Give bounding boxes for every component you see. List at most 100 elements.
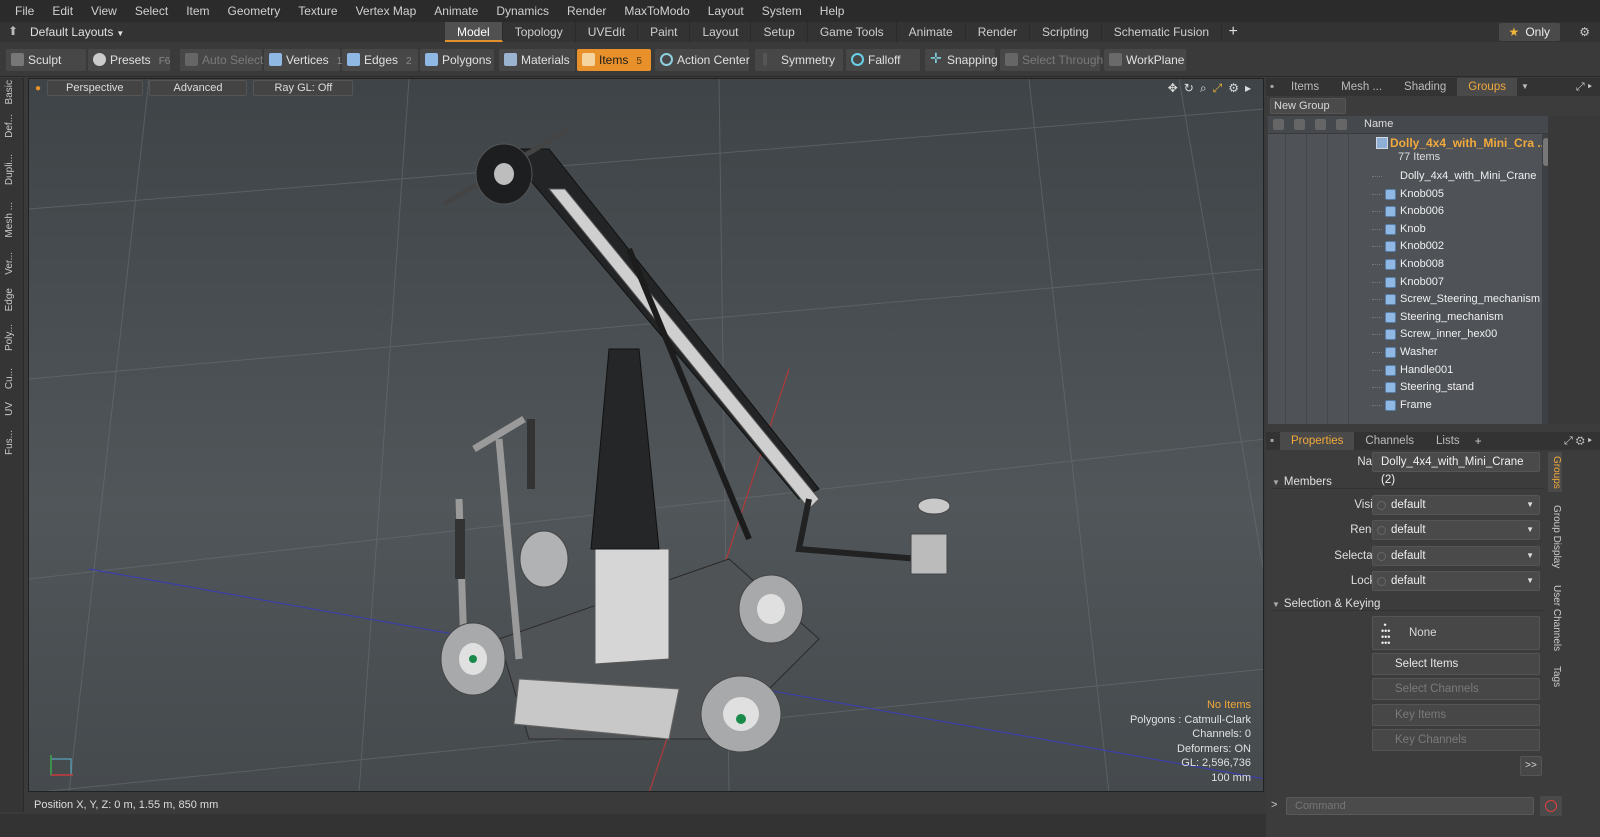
polygons-button[interactable]: Polygons <box>420 49 494 71</box>
selectable-select[interactable]: default ▼ <box>1372 546 1540 566</box>
tab-items[interactable]: Items <box>1280 78 1330 96</box>
workplane-button[interactable]: WorkPlane <box>1104 49 1186 71</box>
tree-row[interactable]: Handle001 <box>1268 362 1550 380</box>
tree-row[interactable]: Washer <box>1268 344 1550 362</box>
tab-layout[interactable]: Layout <box>690 22 752 42</box>
select-channels-button[interactable]: Select Channels <box>1372 678 1540 700</box>
tree-row[interactable]: Knob006 <box>1268 203 1550 221</box>
tab-mesh[interactable]: Mesh ... <box>1330 78 1393 96</box>
vertices-button[interactable]: Vertices 1 <box>264 49 342 71</box>
tab-properties[interactable]: Properties <box>1280 432 1355 450</box>
locked-select[interactable]: default ▼ <box>1372 571 1540 591</box>
left-tab-0[interactable]: Basic <box>4 80 20 104</box>
group-name-field[interactable]: Dolly_4x4_with_Mini_Crane (2) <box>1372 452 1540 486</box>
render-radio[interactable] <box>1377 526 1386 535</box>
key-items-button[interactable]: Key Items <box>1372 704 1540 726</box>
select-through-button[interactable]: Select Through <box>1000 49 1103 71</box>
pan-icon[interactable]: ✥ <box>1168 81 1178 96</box>
side-tab-tags[interactable]: Tags <box>1548 662 1562 692</box>
viewport-menu-icon[interactable]: ● <box>35 83 41 94</box>
group-row[interactable]: Dolly_4x4_with_Mini_Cra ... 77 Items <box>1268 134 1550 168</box>
shading-mode-button[interactable]: Advanced <box>148 80 248 96</box>
3d-viewport[interactable]: ● Perspective Advanced Ray GL: Off ✥ ↻ ⌕… <box>28 78 1264 792</box>
sculpt-button[interactable]: Sculpt <box>6 49 86 71</box>
left-tab-1[interactable]: Def... <box>4 114 20 138</box>
render-select[interactable]: default ▼ <box>1372 520 1540 540</box>
add-tab-icon[interactable]: + <box>1475 434 1482 448</box>
raygl-button[interactable]: Ray GL: Off <box>253 80 354 96</box>
tab-schematic-fusion[interactable]: Schematic Fusion <box>1102 22 1223 42</box>
visible-select[interactable]: default ▼ <box>1372 495 1540 515</box>
tab-render[interactable]: Render <box>966 22 1031 42</box>
tree-row[interactable]: Dolly_4x4_with_Mini_Crane <box>1268 168 1550 186</box>
tab-shading[interactable]: Shading <box>1393 78 1457 96</box>
left-tab-6[interactable]: Poly... <box>4 324 20 351</box>
tab-scripting[interactable]: Scripting <box>1030 22 1102 42</box>
symmetry-button[interactable]: Symmetry <box>755 49 843 71</box>
command-input[interactable] <box>1286 797 1534 815</box>
view-mode-button[interactable]: Perspective <box>47 80 143 96</box>
zoom-icon[interactable]: ⌕ <box>1200 81 1207 96</box>
menu-item-edit[interactable]: Edit <box>43 0 82 22</box>
menu-item-view[interactable]: View <box>82 0 126 22</box>
tab-uvedit[interactable]: UVEdit <box>576 22 639 42</box>
side-tab-user-channels[interactable]: User Channels <box>1548 580 1562 656</box>
tree-row[interactable]: Screw_Steering_mechanism <box>1268 291 1550 309</box>
menu-item-geometry[interactable]: Geometry <box>219 0 290 22</box>
layout-select[interactable]: Default Layouts ▼ <box>30 25 124 39</box>
tree-row[interactable]: Knob005 <box>1268 186 1550 204</box>
edges-button[interactable]: Edges 2 <box>342 49 418 71</box>
tab-paint[interactable]: Paint <box>638 22 691 42</box>
eye-icon[interactable] <box>1273 119 1284 130</box>
select-lock-icon[interactable] <box>1315 119 1326 130</box>
menu-item-item[interactable]: Item <box>177 0 218 22</box>
side-tab-groups[interactable]: Groups <box>1548 452 1562 492</box>
panel-expand-icon[interactable]: ⤢ ▸ <box>1576 81 1592 94</box>
menu-item-render[interactable]: Render <box>558 0 615 22</box>
new-group-button[interactable]: New Group <box>1270 98 1346 114</box>
layout-home-icon[interactable]: ⬆ <box>8 24 18 38</box>
properties-menu-icon[interactable]: ▪ <box>1266 432 1280 450</box>
selectable-radio[interactable] <box>1377 552 1386 561</box>
left-tab-7[interactable]: Cu... <box>4 368 20 389</box>
menu-item-system[interactable]: System <box>753 0 811 22</box>
materials-button[interactable]: Materials <box>499 49 575 71</box>
viewport-gear-icon[interactable]: ⚙ <box>1228 81 1239 96</box>
menu-item-texture[interactable]: Texture <box>289 0 346 22</box>
snapping-button[interactable]: ✛ Snapping <box>925 49 998 71</box>
tree-row[interactable]: Knob <box>1268 221 1550 239</box>
items-button[interactable]: Items 5 <box>577 49 651 71</box>
tab-model[interactable]: Model <box>445 22 503 42</box>
add-layout-tab-icon[interactable]: + <box>1222 22 1244 42</box>
tree-row[interactable]: Knob008 <box>1268 256 1550 274</box>
auto-select-button[interactable]: Auto Select <box>180 49 263 71</box>
lock-icon[interactable] <box>1336 119 1347 130</box>
left-tab-5[interactable]: Edge <box>4 288 20 311</box>
members-section[interactable]: ▼ Members <box>1272 476 1544 489</box>
tree-row[interactable]: Knob002 <box>1268 238 1550 256</box>
menu-item-dynamics[interactable]: Dynamics <box>487 0 558 22</box>
menu-item-help[interactable]: Help <box>811 0 854 22</box>
tree-row[interactable]: Knob007 <box>1268 274 1550 292</box>
falloff-button[interactable]: Falloff <box>846 49 920 71</box>
key-channels-button[interactable]: Key Channels <box>1372 729 1540 751</box>
tab-game-tools[interactable]: Game Tools <box>808 22 897 42</box>
presets-button[interactable]: Presets F6 <box>88 49 170 71</box>
menu-item-select[interactable]: Select <box>126 0 177 22</box>
record-icon[interactable] <box>1540 796 1562 816</box>
left-tab-9[interactable]: Fus... <box>4 430 20 455</box>
none-button[interactable]: • ••• ••• ••• None <box>1372 616 1540 650</box>
render-icon[interactable] <box>1294 119 1305 130</box>
left-tab-4[interactable]: Ver... <box>4 252 20 275</box>
left-tab-8[interactable]: UV <box>4 402 20 416</box>
tree-row[interactable]: Steering_mechanism <box>1268 309 1550 327</box>
select-items-button[interactable]: Select Items <box>1372 653 1540 675</box>
left-tab-3[interactable]: Mesh ... <box>4 202 20 238</box>
only-button[interactable]: ★ Only <box>1498 23 1560 41</box>
menu-item-maxtomodo[interactable]: MaxToModo <box>615 0 698 22</box>
selection-keying-section[interactable]: ▼ Selection & Keying <box>1272 598 1544 611</box>
tab-lists[interactable]: Lists <box>1425 432 1471 450</box>
action-center-button[interactable]: Action Center <box>655 49 750 71</box>
tree-row[interactable]: Steering_stand <box>1268 379 1550 397</box>
fit-icon[interactable]: ⤢ <box>1213 81 1223 96</box>
